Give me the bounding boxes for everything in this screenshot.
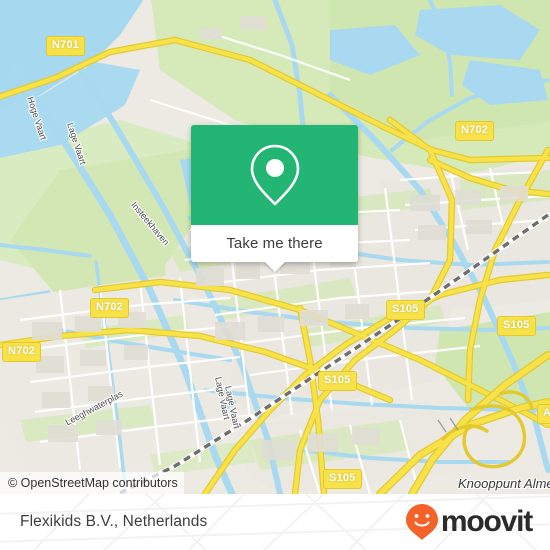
moovit-logo[interactable]: moovit bbox=[405, 503, 533, 541]
place-name: Flexikids B.V., Netherlands bbox=[20, 513, 208, 530]
callout-action-bar[interactable]: Take me there bbox=[191, 225, 358, 272]
moovit-wordmark: moovit bbox=[440, 505, 533, 538]
road-shield-s105: S105 bbox=[323, 469, 362, 489]
bottom-info-bar: Flexikids B.V., Netherlands moovit bbox=[0, 494, 550, 550]
road-shield-s105: S105 bbox=[497, 316, 536, 336]
map-label-knooppunt-almere: Knooppunt Almere bbox=[458, 476, 550, 491]
road-shield-s105: S105 bbox=[318, 371, 357, 391]
osm-attribution-text: © OpenStreetMap contributors bbox=[8, 476, 178, 490]
road-shield-a6: A6 bbox=[537, 404, 550, 424]
location-pin-icon bbox=[250, 144, 299, 206]
callout-pointer-tail bbox=[263, 261, 286, 272]
callout-pin-area bbox=[191, 125, 358, 225]
moovit-map-screenshot: N701N702N702N702S105S105S105S105A6 Hoge … bbox=[0, 0, 550, 550]
take-me-there-callout[interactable]: Take me there bbox=[191, 125, 358, 272]
take-me-there-label: Take me there bbox=[226, 235, 323, 252]
road-shield-n702: N702 bbox=[90, 298, 130, 318]
osm-attribution[interactable]: © OpenStreetMap contributors bbox=[0, 472, 184, 494]
moovit-smiley-pin-icon bbox=[405, 504, 438, 540]
road-shield-n702: N702 bbox=[2, 342, 42, 362]
road-shield-n701: N701 bbox=[46, 36, 86, 56]
road-shield-s105: S105 bbox=[386, 300, 425, 320]
road-shield-n702: N702 bbox=[455, 121, 495, 141]
